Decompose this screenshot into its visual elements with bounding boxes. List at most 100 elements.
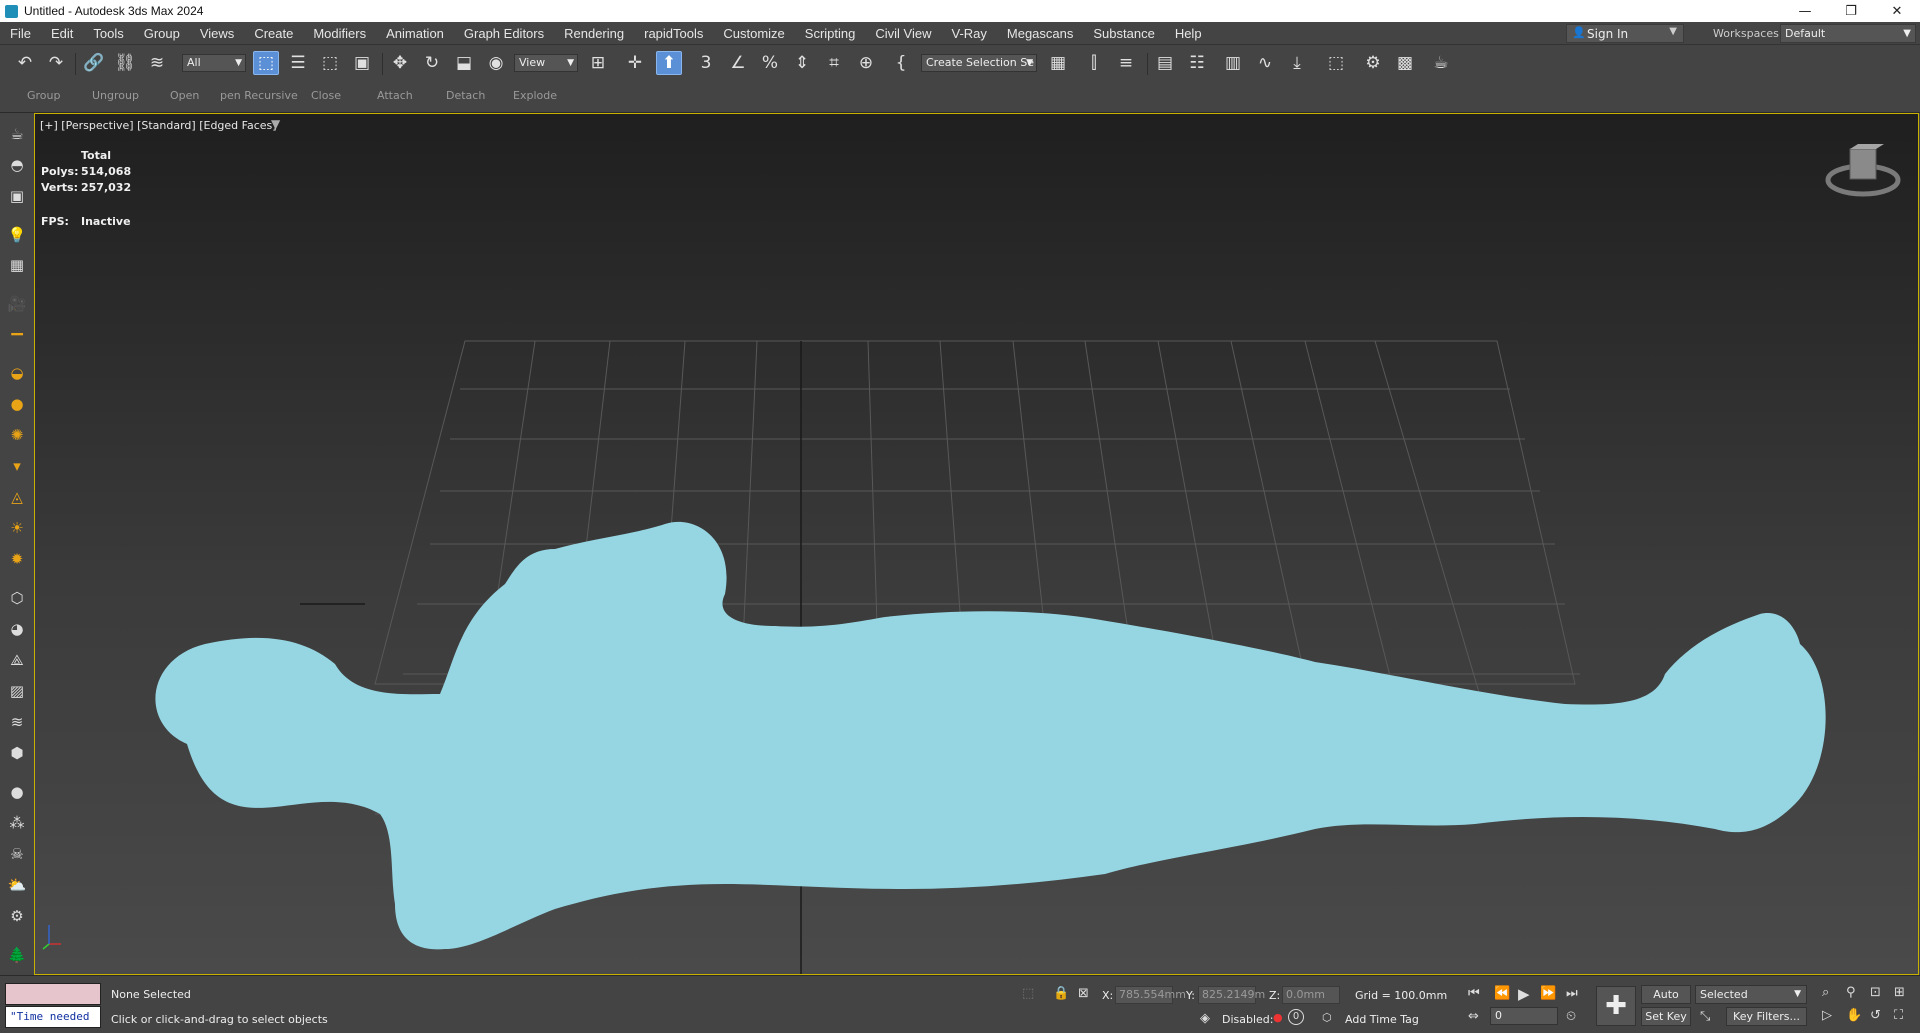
select-manipulate-icon[interactable]: ✛: [622, 51, 648, 75]
go-to-start-icon[interactable]: ⏮: [1468, 986, 1480, 1001]
window-crossing-icon[interactable]: ▣: [349, 51, 375, 75]
menu-edit[interactable]: Edit: [41, 26, 83, 41]
material-ball-icon[interactable]: ◕: [6, 618, 28, 640]
cube-icon[interactable]: ⬡: [6, 587, 28, 609]
hair-icon[interactable]: ≋: [6, 711, 28, 733]
rendered-frame-window-icon[interactable]: ▩: [1392, 51, 1418, 75]
named-selection-select[interactable]: Create Selection Se ▼: [921, 54, 1037, 72]
pivot-center-icon[interactable]: ⊞: [585, 51, 611, 75]
pan-view-icon[interactable]: ✋: [1846, 1008, 1862, 1023]
skylight-icon[interactable]: ✹: [6, 548, 28, 570]
material-editor-icon[interactable]: ⬚: [1323, 51, 1349, 75]
named-selection-icon[interactable]: {: [888, 51, 914, 75]
angle-snap-icon[interactable]: ∠: [725, 51, 751, 75]
forest-icon[interactable]: 🌲: [6, 944, 28, 966]
zoom-icon[interactable]: ⌕: [1822, 985, 1829, 1000]
zoom-all-icon[interactable]: ⚲: [1846, 985, 1856, 1000]
reference-coordinate-select[interactable]: View ▼: [514, 54, 578, 72]
render-production-icon[interactable]: ☕: [1428, 51, 1454, 75]
set-key-large-icon[interactable]: ✚: [1596, 986, 1636, 1026]
particles-icon[interactable]: ⁂: [6, 812, 28, 834]
key-mode-select[interactable]: Selected ▼: [1695, 985, 1807, 1004]
modify-icon[interactable]: ⬢: [6, 742, 28, 764]
menu-create[interactable]: Create: [244, 26, 303, 41]
next-frame-icon[interactable]: ⏩: [1540, 986, 1556, 1001]
material-sphere-icon[interactable]: ●: [6, 781, 28, 803]
grid-helper-icon[interactable]: ⟁: [6, 649, 28, 671]
menu-group[interactable]: Group: [134, 26, 190, 41]
move-icon[interactable]: ✥: [387, 51, 413, 75]
sphere-primitive-icon[interactable]: ◓: [6, 154, 28, 176]
align-icon[interactable]: ≡: [1113, 51, 1139, 75]
link-icon[interactable]: 🔗: [81, 51, 107, 75]
menu-graph-editors[interactable]: Graph Editors: [454, 26, 554, 41]
viewport-label[interactable]: [+] [Perspective] [Standard] [Edged Face…: [40, 119, 277, 132]
display-panel-icon[interactable]: ▦: [6, 254, 28, 276]
menu-megascans[interactable]: Megascans: [997, 26, 1083, 41]
ribbon-toggle-icon[interactable]: ▥: [1220, 51, 1246, 75]
restore-button[interactable]: ❐: [1828, 0, 1874, 22]
group-button[interactable]: Group: [27, 89, 61, 102]
key-tangent-icon[interactable]: ⤡: [1700, 1009, 1710, 1024]
sign-in-dropdown[interactable]: 👤 Sign In ▼: [1566, 24, 1684, 43]
curve-editor-icon[interactable]: ∿: [1252, 51, 1278, 75]
maxscript-listener-bottom[interactable]: "Time needed: [5, 1006, 101, 1028]
isolate-toggle-icon[interactable]: ⬚: [1022, 986, 1034, 1001]
menu-views[interactable]: Views: [190, 26, 244, 41]
utilities-icon[interactable]: ⚙: [6, 905, 28, 927]
isolate-selection-icon[interactable]: ⊕: [853, 51, 879, 75]
menu-civil-view[interactable]: Civil View: [865, 26, 941, 41]
select-object-icon[interactable]: ⬚: [253, 51, 279, 75]
filter-icon[interactable]: ▼: [271, 117, 280, 131]
adaptive-degradation-icon[interactable]: ◈: [1200, 1011, 1210, 1026]
plane-icon[interactable]: ▔: [6, 331, 28, 353]
teapot-icon[interactable]: ☕: [6, 123, 28, 145]
box-primitive-icon[interactable]: ▣: [6, 185, 28, 207]
menu-vray[interactable]: V-Ray: [941, 26, 996, 41]
zoom-extents-icon[interactable]: ⊡: [1870, 985, 1881, 1000]
attach-button[interactable]: Attach: [377, 89, 413, 102]
close-group-button[interactable]: Close: [311, 89, 341, 102]
viewcube[interactable]: [1824, 144, 1902, 204]
menu-substance[interactable]: Substance: [1083, 26, 1164, 41]
undo-icon[interactable]: ↶: [12, 51, 38, 75]
go-to-end-icon[interactable]: ⏭: [1566, 986, 1578, 1001]
close-button[interactable]: ✕: [1874, 0, 1920, 22]
mirror-icon[interactable]: ⫿: [1081, 51, 1107, 75]
selection-set-icon[interactable]: ▦: [1045, 51, 1071, 75]
open-recursive-button[interactable]: pen Recursive: [220, 89, 298, 102]
perspective-viewport[interactable]: [+] [Perspective] [Standard] [Edged Face…: [34, 113, 1919, 975]
detach-button[interactable]: Detach: [446, 89, 485, 102]
omni-light-icon[interactable]: ◬: [6, 486, 28, 508]
auto-key-button[interactable]: Auto Key: [1641, 985, 1691, 1018]
menu-customize[interactable]: Customize: [713, 26, 794, 41]
scene-explorer-icon[interactable]: ▤: [1152, 51, 1178, 75]
field-of-view-icon[interactable]: ▷: [1822, 1008, 1832, 1023]
menu-tools[interactable]: Tools: [83, 26, 133, 41]
set-key-button[interactable]: Set Key: [1641, 1007, 1691, 1026]
workspaces-select[interactable]: Default ▼: [1780, 24, 1916, 43]
environment-icon[interactable]: ⛅: [6, 874, 28, 896]
light-icon[interactable]: 💡: [6, 224, 28, 246]
sphere-light-icon[interactable]: ●: [6, 393, 28, 415]
spinner-snap-icon[interactable]: ⇕: [789, 51, 815, 75]
camera-icon[interactable]: 🎥: [6, 293, 28, 315]
time-configuration-icon[interactable]: ⏲: [1566, 1009, 1576, 1024]
menu-scripting[interactable]: Scripting: [795, 26, 866, 41]
unlink-icon[interactable]: ⛓: [112, 51, 138, 75]
play-icon[interactable]: ▶: [1518, 985, 1530, 1003]
orbit-icon[interactable]: ↺: [1870, 1008, 1881, 1023]
minimize-button[interactable]: —: [1782, 0, 1828, 22]
key-mode-toggle-icon[interactable]: ⇔: [1468, 1009, 1479, 1024]
redo-icon[interactable]: ↷: [43, 51, 69, 75]
skull-icon[interactable]: ☠: [6, 843, 28, 865]
zoom-extents-all-icon[interactable]: ⊞: [1894, 985, 1905, 1000]
absolute-mode-icon[interactable]: ⊠: [1078, 986, 1089, 1001]
selection-filter-select[interactable]: All ▼: [182, 54, 246, 72]
menu-rapidtools[interactable]: rapidTools: [634, 26, 713, 41]
menu-animation[interactable]: Animation: [376, 26, 454, 41]
percent-snap-icon[interactable]: %: [757, 51, 783, 75]
current-frame-spinner[interactable]: 0: [1490, 1007, 1558, 1025]
maximize-viewport-icon[interactable]: ⛶: [1894, 1008, 1903, 1023]
add-time-tag-button[interactable]: Add Time Tag: [1345, 1013, 1419, 1026]
